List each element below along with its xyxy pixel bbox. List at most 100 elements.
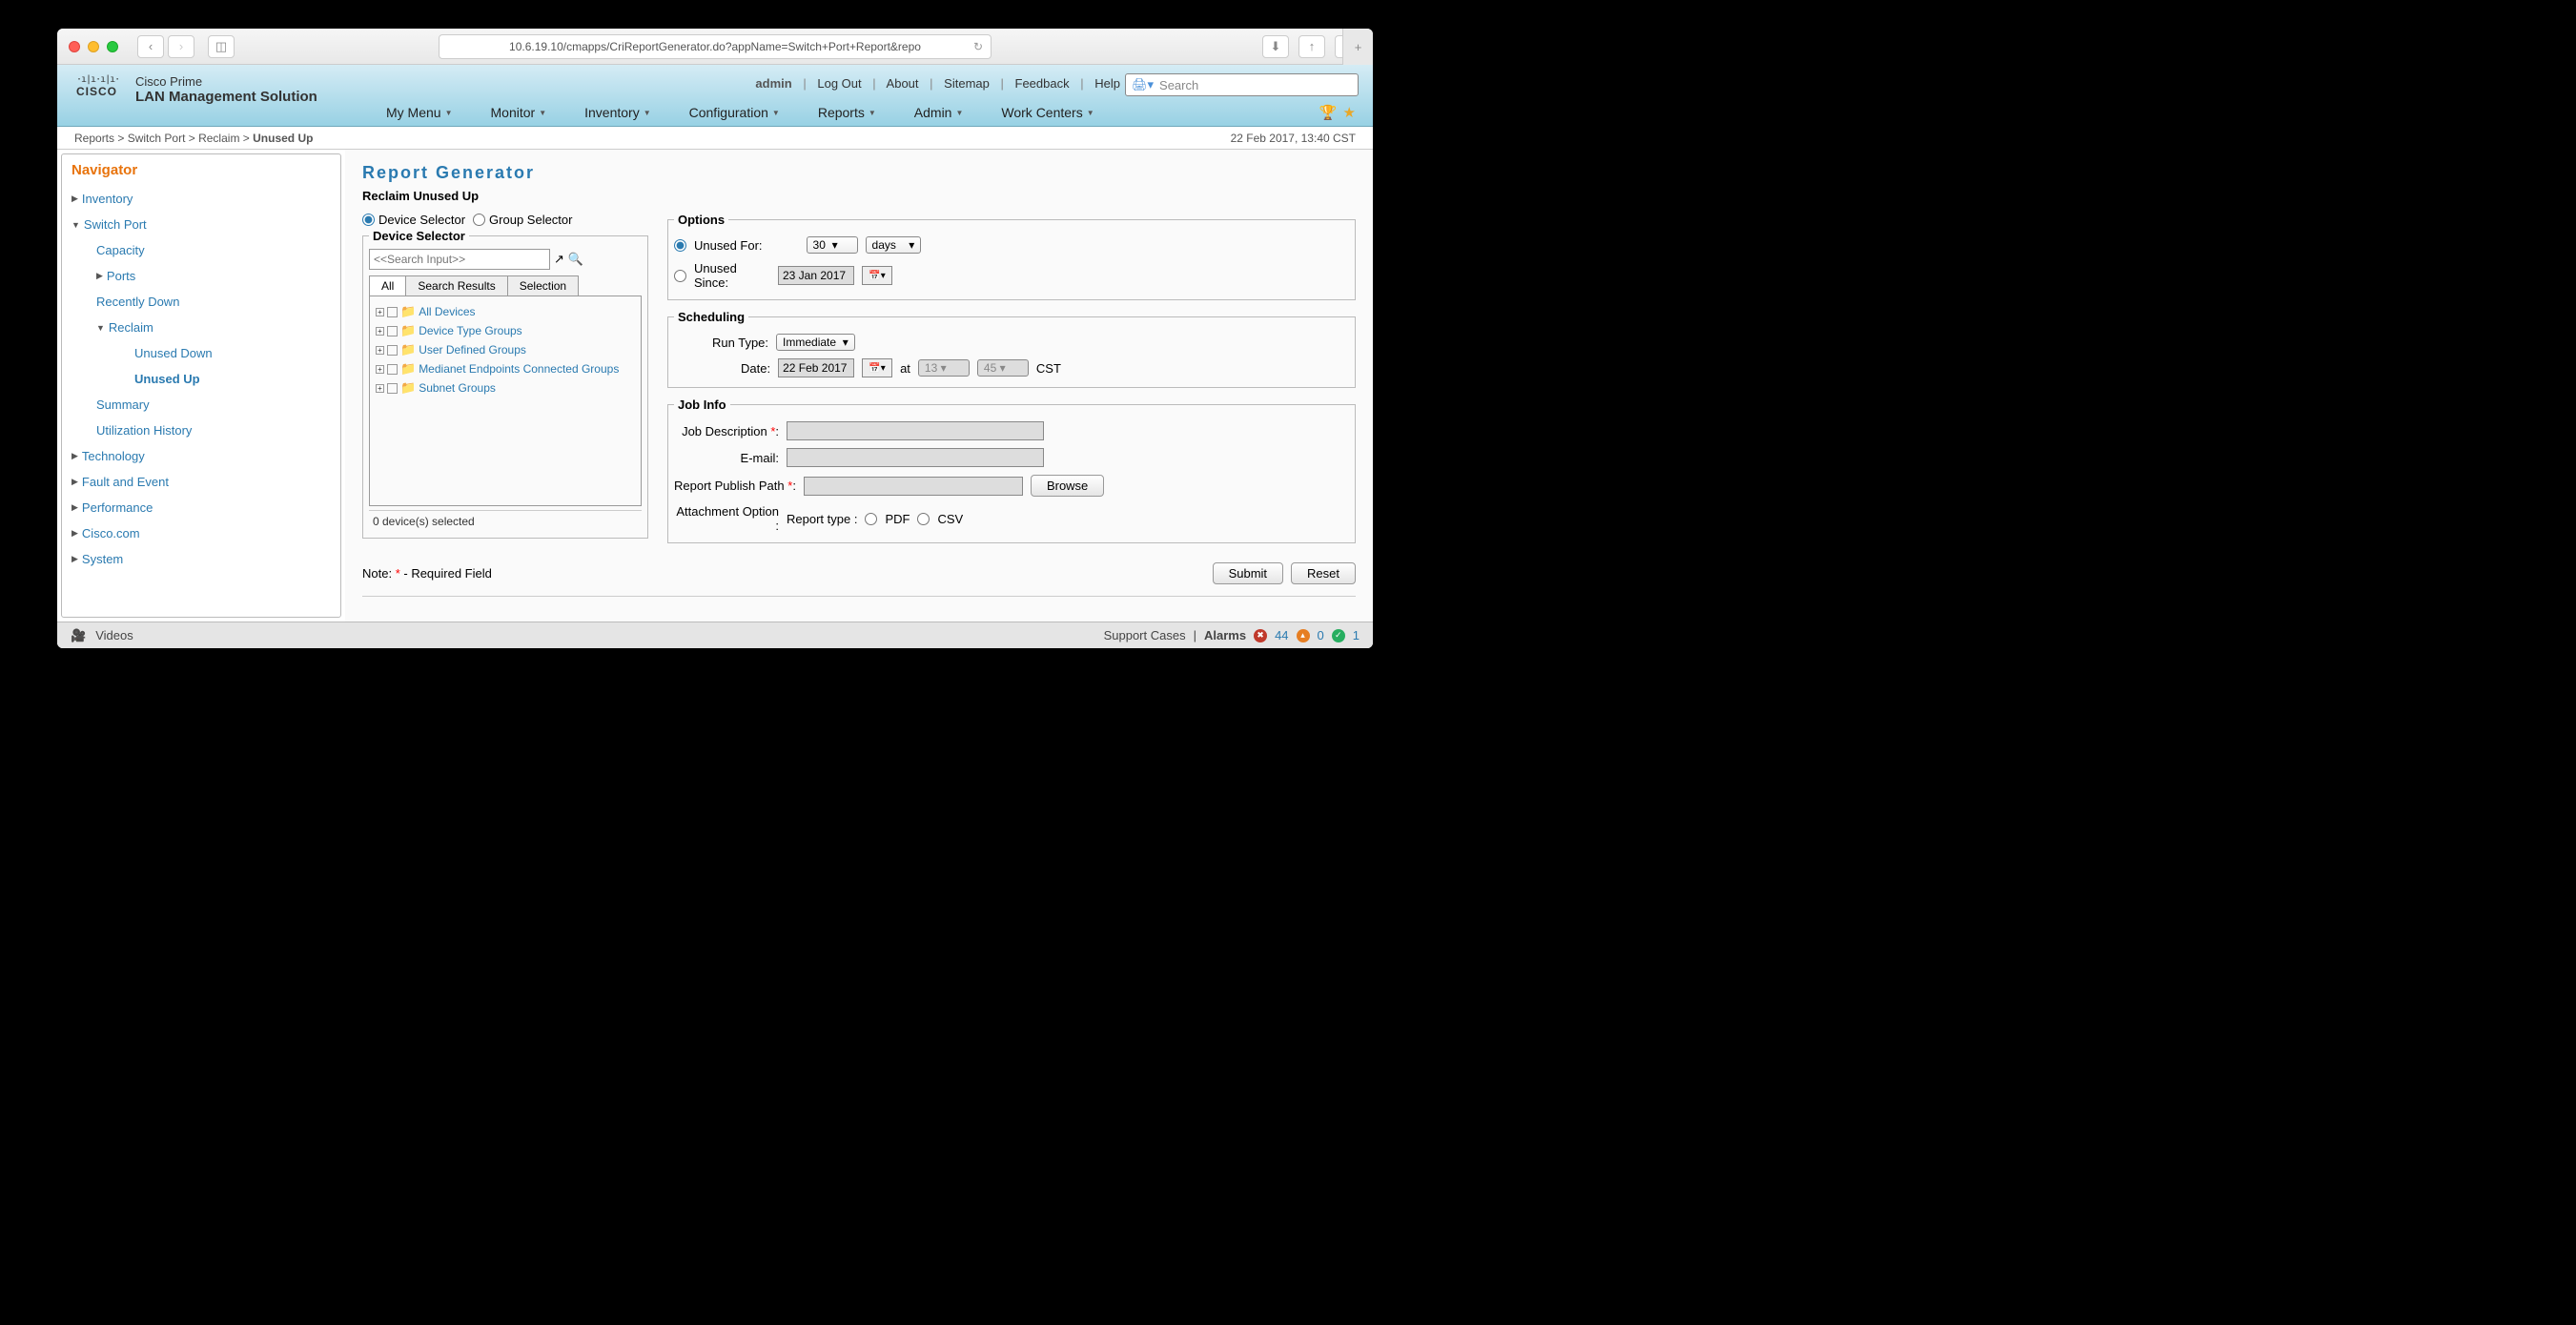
about-link[interactable]: About xyxy=(887,76,919,91)
back-button[interactable]: ‹ xyxy=(137,35,164,58)
nav-cisco-com[interactable]: ▶Cisco.com xyxy=(72,520,331,546)
pdf-radio[interactable] xyxy=(865,513,877,525)
url-text: 10.6.19.10/cmapps/CriReportGenerator.do?… xyxy=(509,40,921,53)
sidebar-toggle-button[interactable]: ◫ xyxy=(208,35,235,58)
group-selector-label: Group Selector xyxy=(489,213,572,227)
device-tree: +📁All Devices +📁Device Type Groups +📁Use… xyxy=(369,296,642,506)
alarm-red-badge[interactable]: ✖ xyxy=(1254,629,1267,642)
alarm-green-badge[interactable]: ✓ xyxy=(1332,629,1345,642)
top-links: admin | Log Out | About | Sitemap | Feed… xyxy=(755,76,1120,91)
menu-configuration[interactable]: Configuration xyxy=(689,105,780,120)
browse-button[interactable]: Browse xyxy=(1031,475,1104,497)
unused-for-radio[interactable] xyxy=(674,239,686,252)
tree-item-subnet[interactable]: +📁Subnet Groups xyxy=(376,378,635,398)
menu-inventory[interactable]: Inventory xyxy=(584,105,651,120)
unused-for-unit-select[interactable]: days ▾ xyxy=(866,236,922,254)
schedule-calendar-button[interactable]: 📅▾ xyxy=(862,358,892,377)
pubpath-label: Report Publish Path xyxy=(674,479,785,493)
tree-item-medianet[interactable]: +📁Medianet Endpoints Connected Groups xyxy=(376,359,635,378)
share-button[interactable]: ↑ xyxy=(1298,35,1325,58)
menu-reports[interactable]: Reports xyxy=(818,105,876,120)
tree-item-user-defined[interactable]: +📁User Defined Groups xyxy=(376,340,635,359)
maximize-window-button[interactable] xyxy=(107,41,118,52)
help-link[interactable]: Help xyxy=(1094,76,1120,91)
csv-radio[interactable] xyxy=(917,513,930,525)
nav-utilization-history[interactable]: Utilization History xyxy=(96,418,331,443)
search-go-icon[interactable]: ↗ xyxy=(554,252,564,267)
search-magnify-icon[interactable]: 🔍 xyxy=(568,252,583,267)
nav-reclaim[interactable]: ▼Reclaim xyxy=(96,315,331,340)
nav-performance[interactable]: ▶Performance xyxy=(72,495,331,520)
menu-my-menu[interactable]: My Menu xyxy=(386,105,453,120)
trophy-icon[interactable]: 🏆 xyxy=(1319,104,1338,121)
submit-button[interactable]: Submit xyxy=(1213,562,1283,584)
device-selector-legend: Device Selector xyxy=(369,229,469,243)
unused-for-value-select[interactable]: 30 ▾ xyxy=(807,236,858,254)
main-menu: My Menu Monitor Inventory Configuration … xyxy=(386,99,1359,126)
videos-icon[interactable]: 🎥 xyxy=(71,628,86,643)
breadcrumb-bar: Reports > Switch Port > Reclaim > Unused… xyxy=(57,127,1373,150)
runtype-select[interactable]: Immediate ▾ xyxy=(776,334,855,351)
jobinfo-legend: Job Info xyxy=(674,398,730,412)
unused-since-calendar-button[interactable]: 📅▾ xyxy=(862,266,892,285)
sitemap-link[interactable]: Sitemap xyxy=(944,76,990,91)
options-fieldset: Options Unused For: 30 ▾ days ▾ Unused S… xyxy=(667,213,1356,300)
nav-inventory[interactable]: ▶Inventory xyxy=(72,186,331,212)
global-search[interactable]: 🖨▾ Search xyxy=(1125,73,1359,96)
close-window-button[interactable] xyxy=(69,41,80,52)
search-placeholder: Search xyxy=(1159,78,1198,92)
device-search-input[interactable] xyxy=(369,249,550,270)
nav-capacity[interactable]: Capacity xyxy=(96,237,331,263)
logout-link[interactable]: Log Out xyxy=(817,76,861,91)
menu-admin[interactable]: Admin xyxy=(914,105,964,120)
unused-since-radio[interactable] xyxy=(674,270,686,282)
reload-icon[interactable]: ↻ xyxy=(973,40,983,53)
nav-ports[interactable]: ▶Ports xyxy=(96,263,331,289)
scheduling-legend: Scheduling xyxy=(674,310,748,324)
job-description-input[interactable] xyxy=(787,421,1044,440)
tree-item-all-devices[interactable]: +📁All Devices xyxy=(376,302,635,321)
support-cases-link[interactable]: Support Cases xyxy=(1104,628,1186,642)
videos-link[interactable]: Videos xyxy=(95,628,133,642)
alarm-orange-badge[interactable]: ▴ xyxy=(1297,629,1310,642)
schedule-min-select[interactable]: 45 ▾ xyxy=(977,359,1029,377)
nav-technology[interactable]: ▶Technology xyxy=(72,443,331,469)
email-input[interactable] xyxy=(787,448,1044,467)
nav-fault-event[interactable]: ▶Fault and Event xyxy=(72,469,331,495)
jobinfo-fieldset: Job Info Job Description *: E-mail: Repo… xyxy=(667,398,1356,543)
tab-search-results[interactable]: Search Results xyxy=(405,275,507,296)
breadcrumb: Reports > Switch Port > Reclaim > Unused… xyxy=(74,132,313,145)
app-banner: ·ı|ı·ı|ı· CISCO Cisco Prime LAN Manageme… xyxy=(57,65,1373,127)
forward-button[interactable]: › xyxy=(168,35,194,58)
download-button[interactable]: ⬇ xyxy=(1262,35,1289,58)
url-bar[interactable]: 10.6.19.10/cmapps/CriReportGenerator.do?… xyxy=(439,34,992,59)
schedule-hour-select[interactable]: 13 ▾ xyxy=(918,359,970,377)
new-tab-button[interactable]: + xyxy=(1342,29,1373,65)
unused-since-date[interactable] xyxy=(778,266,854,285)
tab-all[interactable]: All xyxy=(369,275,406,296)
feedback-link[interactable]: Feedback xyxy=(1015,76,1070,91)
tab-selection[interactable]: Selection xyxy=(507,275,579,296)
nav-unused-up[interactable]: Unused Up xyxy=(134,366,331,392)
nav-recently-down[interactable]: Recently Down xyxy=(96,289,331,315)
menu-work-centers[interactable]: Work Centers xyxy=(1001,105,1094,120)
group-selector-radio[interactable] xyxy=(473,214,485,226)
menu-monitor[interactable]: Monitor xyxy=(491,105,547,120)
report-type-label: Report type : xyxy=(787,512,857,526)
nav-unused-down[interactable]: Unused Down xyxy=(134,340,331,366)
unused-for-label: Unused For: xyxy=(694,238,763,253)
titlebar: ‹ › ◫ 10.6.19.10/cmapps/CriReportGenerat… xyxy=(57,29,1373,65)
nav-system[interactable]: ▶System xyxy=(72,546,331,572)
star-icon[interactable]: ★ xyxy=(1343,104,1356,121)
alarms-label[interactable]: Alarms xyxy=(1204,628,1246,642)
nav-switch-port[interactable]: ▼Switch Port xyxy=(72,212,331,237)
minimize-window-button[interactable] xyxy=(88,41,99,52)
search-dropdown-icon[interactable]: 🖨▾ xyxy=(1132,77,1154,92)
reset-button[interactable]: Reset xyxy=(1291,562,1356,584)
publish-path-input[interactable] xyxy=(804,477,1023,496)
page-title: Report Generator xyxy=(362,163,1356,183)
tree-item-device-type[interactable]: +📁Device Type Groups xyxy=(376,321,635,340)
schedule-date-input[interactable] xyxy=(778,358,854,377)
device-selector-radio[interactable] xyxy=(362,214,375,226)
nav-summary[interactable]: Summary xyxy=(96,392,331,418)
